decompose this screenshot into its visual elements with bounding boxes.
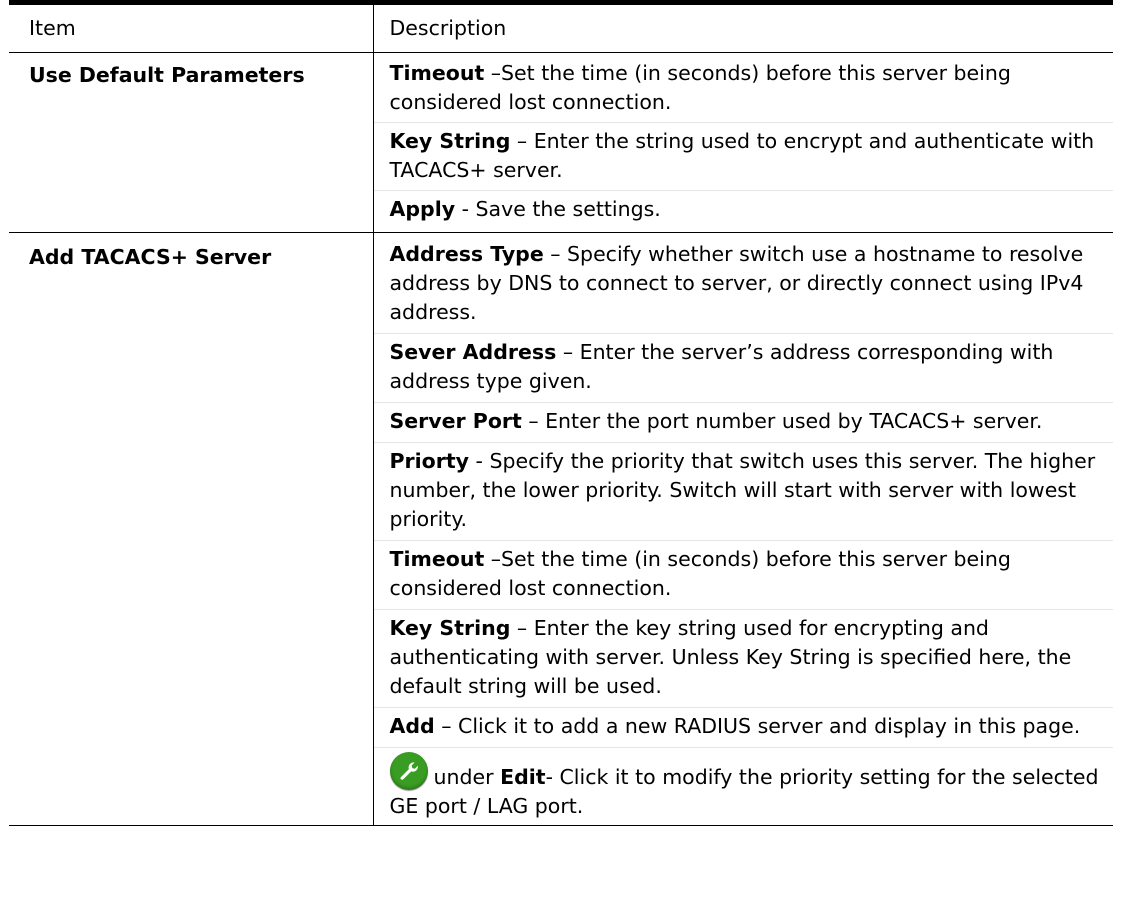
desc-paragraph: Timeout –Set the time (in seconds) befor… bbox=[373, 541, 1113, 610]
desc-term: Add bbox=[389, 714, 435, 738]
edit-prefix: under bbox=[433, 765, 501, 789]
desc-term: Key String bbox=[389, 129, 511, 153]
desc-term: Priorty bbox=[389, 449, 470, 473]
desc-term: Server Port bbox=[389, 409, 522, 433]
desc-text: – Click it to add a new RADIUS server an… bbox=[434, 714, 1081, 738]
desc-paragraph: Address Type – Specify whether switch us… bbox=[373, 233, 1113, 334]
desc-paragraph: Key String – Enter the string used to en… bbox=[373, 123, 1113, 191]
row-item-label: Use Default Parameters bbox=[9, 52, 373, 233]
document-page: Item Description Use Default Parameters … bbox=[9, 0, 1113, 826]
desc-term: Timeout bbox=[389, 61, 485, 85]
desc-term: Key String bbox=[389, 616, 511, 640]
edit-term: Edit bbox=[500, 765, 546, 789]
desc-paragraph: Apply - Save the settings. bbox=[374, 191, 1114, 232]
desc-paragraph: Key String – Enter the key string used f… bbox=[373, 610, 1113, 708]
desc-paragraph: Priorty - Specify the priority that swit… bbox=[373, 443, 1113, 541]
desc-paragraph: Sever Address – Enter the server’s addre… bbox=[373, 334, 1113, 403]
row-description: Timeout –Set the time (in seconds) befor… bbox=[372, 52, 1114, 233]
desc-term: Timeout bbox=[389, 547, 485, 571]
row-item-label: Add TACACS+ Server bbox=[9, 232, 373, 826]
table-row: Use Default Parameters Timeout –Set the … bbox=[9, 52, 1114, 233]
desc-text: – Enter the port number used by TACACS+ … bbox=[521, 409, 1043, 433]
row-description: Address Type – Specify whether switch us… bbox=[372, 232, 1114, 826]
table-header-row: Item Description bbox=[9, 0, 1113, 53]
desc-text: - Save the settings. bbox=[455, 197, 661, 221]
desc-paragraph: Timeout –Set the time (in seconds) befor… bbox=[373, 53, 1113, 123]
parameter-table: Item Description Use Default Parameters … bbox=[9, 0, 1113, 826]
desc-paragraph: Add – Click it to add a new RADIUS serve… bbox=[373, 708, 1113, 748]
header-item: Item bbox=[9, 0, 373, 53]
desc-term: Address Type bbox=[389, 242, 544, 266]
desc-text: - Specify the priority that switch uses … bbox=[389, 449, 1096, 531]
desc-paragraph-edit: under Edit- Click it to modify the prior… bbox=[374, 748, 1114, 825]
desc-term: Apply bbox=[389, 197, 456, 221]
table-row: Add TACACS+ Server Address Type – Specif… bbox=[9, 232, 1114, 826]
desc-paragraph: Server Port – Enter the port number used… bbox=[373, 403, 1113, 443]
wrench-icon bbox=[389, 752, 428, 790]
header-description: Description bbox=[372, 0, 1113, 53]
desc-term: Sever Address bbox=[389, 340, 557, 364]
